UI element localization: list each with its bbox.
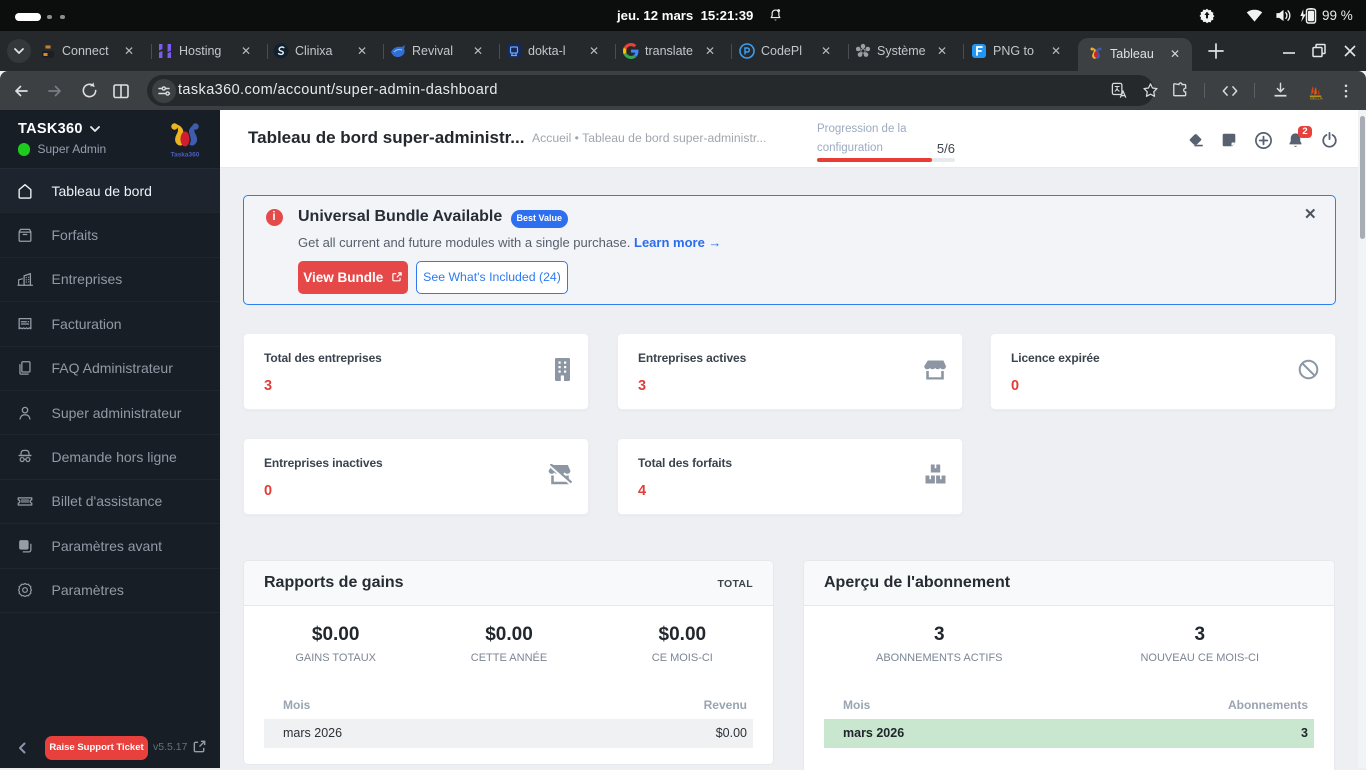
svg-text:BELLA: BELLA [1310,96,1323,101]
svg-text:Taska360: Taska360 [171,152,200,159]
